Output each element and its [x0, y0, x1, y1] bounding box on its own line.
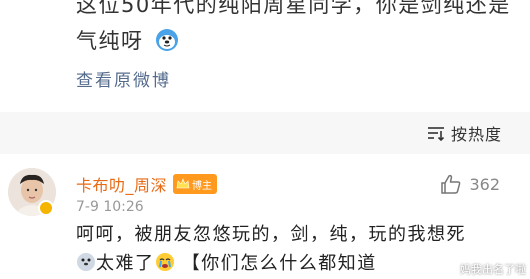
watermark: 妈我出名了啦 [460, 263, 526, 276]
sort-by-hot-button[interactable]: 按热度 [427, 121, 502, 145]
post-card: 这位50年代的纯阳周星同学，你是剑纯还是 气纯呀 查看原微博 [0, 0, 530, 112]
username[interactable]: 卡布叻_周深 [76, 172, 167, 196]
comment-text-line-2b: 【你们怎么什么都知道 [181, 253, 377, 274]
sort-icon [427, 127, 445, 141]
comment-timestamp: 7-9 10:26 [76, 199, 144, 215]
blogger-badge: 博主 [173, 174, 218, 194]
comment-text: 呵呵，被朋友忽悠玩的，剑，纯，玩的我想死 太难了 【你们怎么什么都知道 [76, 220, 522, 278]
comment-header: 卡布叻_周深 博主 [76, 172, 218, 196]
comment-text-line-1: 呵呵，被朋友忽悠玩的，剑，纯，玩的我想死 [76, 224, 466, 245]
verified-badge-icon [38, 200, 54, 216]
comment-text-line-2a: 太难了 [96, 253, 155, 274]
comment-card: 卡布叻_周深 博主 362 7-9 10:26 呵呵，被朋友忽悠玩的，剑，纯，玩… [0, 154, 530, 279]
doge-emoji-icon [77, 253, 95, 271]
sort-label: 按热度 [450, 125, 502, 144]
doge-emoji-icon [155, 29, 178, 51]
crown-icon [176, 178, 190, 189]
thumbs-up-icon [441, 174, 461, 194]
like-button[interactable]: 362 [440, 174, 500, 194]
comment-sort-bar: 按热度 [0, 112, 530, 154]
view-original-link[interactable]: 查看原微博 [76, 66, 171, 91]
post-text: 这位50年代的纯阳周星同学，你是剑纯还是 气纯呀 [76, 0, 516, 59]
post-text-line-1: 这位50年代的纯阳周星同学，你是剑纯还是 [76, 0, 511, 17]
blogger-badge-label: 博主 [192, 180, 213, 192]
crying-emoji-icon [155, 253, 174, 271]
like-count: 362 [469, 174, 500, 194]
post-text-line-2: 气纯呀 [76, 29, 144, 53]
